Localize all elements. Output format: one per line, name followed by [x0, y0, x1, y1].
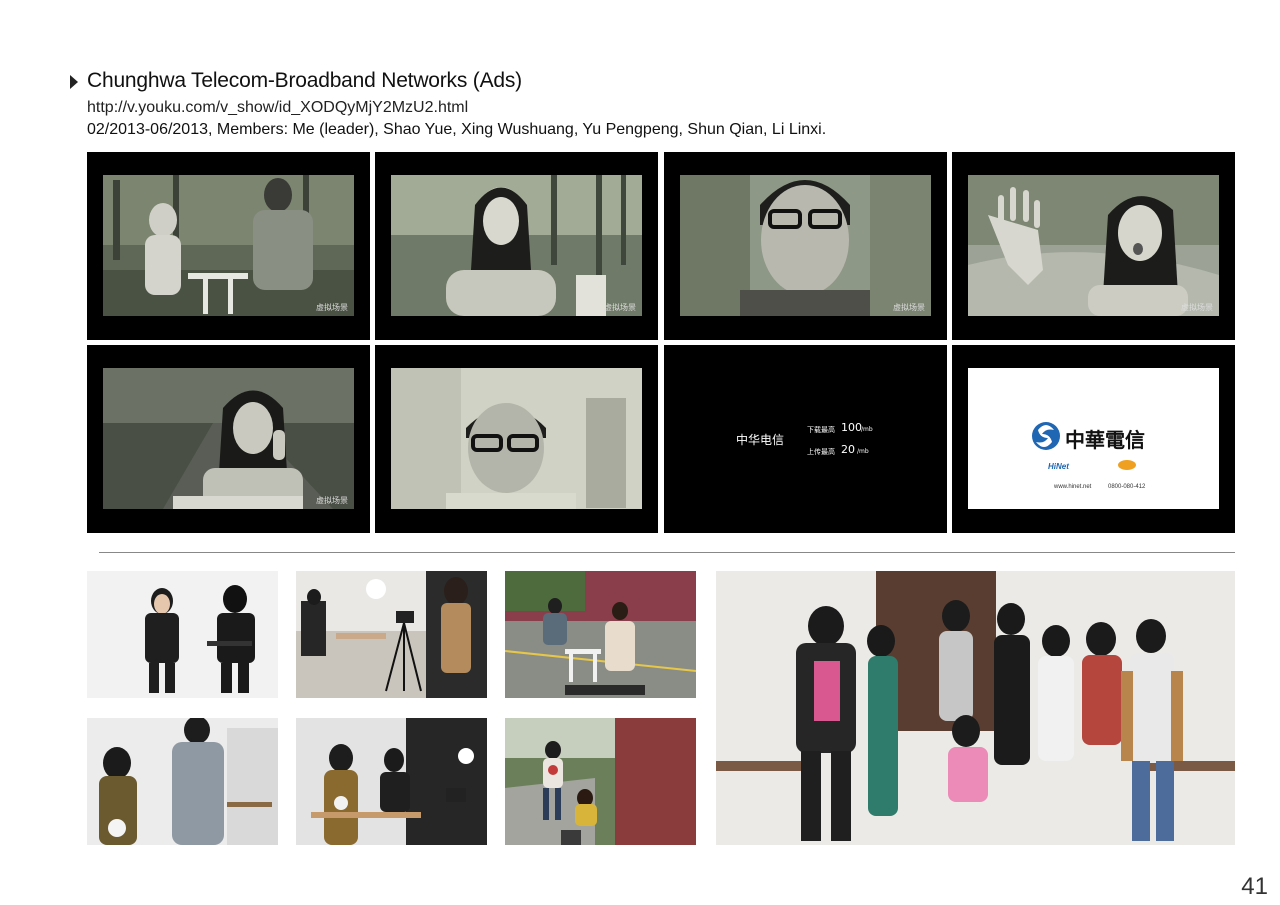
- watermark-text: 虚拟场景: [316, 303, 348, 312]
- still-woman-smiling: 虚拟场景: [391, 175, 642, 316]
- project-meta: 02/2013-06/2013, Members: Me (leader), S…: [87, 121, 827, 138]
- still-couple-at-table: 虚拟场景: [103, 175, 354, 316]
- tagline-brand: 中华电信: [736, 433, 785, 447]
- bts-photo-office-scene: [296, 718, 487, 845]
- watermark-text: 虚拟场景: [893, 303, 925, 312]
- project-header: Chunghwa Telecom-Broadband Networks (Ads…: [70, 68, 1250, 139]
- storyboard-frame-2: 虚拟场景: [375, 152, 658, 340]
- partner-logo-icon: [1118, 460, 1136, 470]
- logo-card: 中華電信 HiNet www.hinet.net 0800-080-412: [968, 368, 1219, 509]
- video-link[interactable]: http://v.youku.com/v_show/id_XODQyMjY2Mz…: [87, 99, 1250, 117]
- watermark-text: 虚拟场景: [316, 496, 348, 505]
- logo-brand-text: 中華電信: [1065, 428, 1145, 452]
- still-woman-reaching-out: 虚拟场景: [968, 175, 1219, 316]
- bts-photo-studio-camera: [296, 571, 487, 698]
- upload-label: 上传最高: [807, 448, 835, 456]
- logo-url: www.hinet.net: [1054, 484, 1092, 490]
- storyboard-frame-1: 虚拟场景: [87, 152, 370, 340]
- watermark-text: 虚拟场景: [604, 303, 636, 312]
- upload-unit: /mb: [857, 448, 869, 455]
- hinet-logo-text: HiNet: [1048, 462, 1069, 471]
- logo-phone: 0800-080-412: [1108, 484, 1146, 490]
- still-man-in-room: [391, 368, 642, 509]
- storyboard-frame-5: 虚拟场景: [87, 345, 370, 533]
- storyboard-frame-4: 虚拟场景: [952, 152, 1235, 340]
- still-man-glasses-closeup: 虚拟场景: [680, 175, 931, 316]
- bts-photo-costume: [87, 571, 278, 698]
- still-woman-thinking-on-road: 虚拟场景: [103, 368, 354, 509]
- bts-photo-outdoor-filming: [505, 718, 696, 845]
- bts-photo-outdoor-set: [505, 571, 696, 698]
- download-unit: /mb: [861, 426, 873, 433]
- bullet-triangle-icon: [70, 74, 78, 89]
- page-number: 41: [1241, 873, 1268, 900]
- storyboard-frame-3: 虚拟场景: [664, 152, 947, 340]
- download-label: 下载最高: [807, 426, 835, 434]
- title-row: Chunghwa Telecom-Broadband Networks (Ads…: [70, 68, 1250, 94]
- team-group-photo: [716, 571, 1235, 845]
- project-title: Chunghwa Telecom-Broadband Networks (Ads…: [87, 69, 522, 92]
- watermark-text: 虚拟场景: [1181, 303, 1213, 312]
- storyboard-frame-6: [375, 345, 658, 533]
- download-value: 100: [841, 421, 862, 434]
- storyboard-frame-7-tagline: 中华电信 下载最高 100 /mb 上传最高 20 /mb: [664, 345, 947, 533]
- section-divider: [99, 552, 1235, 553]
- bts-photo-rehearsal: [87, 718, 278, 845]
- storyboard-frame-8-logo: 中華電信 HiNet www.hinet.net 0800-080-412: [952, 345, 1235, 533]
- upload-value: 20: [841, 443, 855, 456]
